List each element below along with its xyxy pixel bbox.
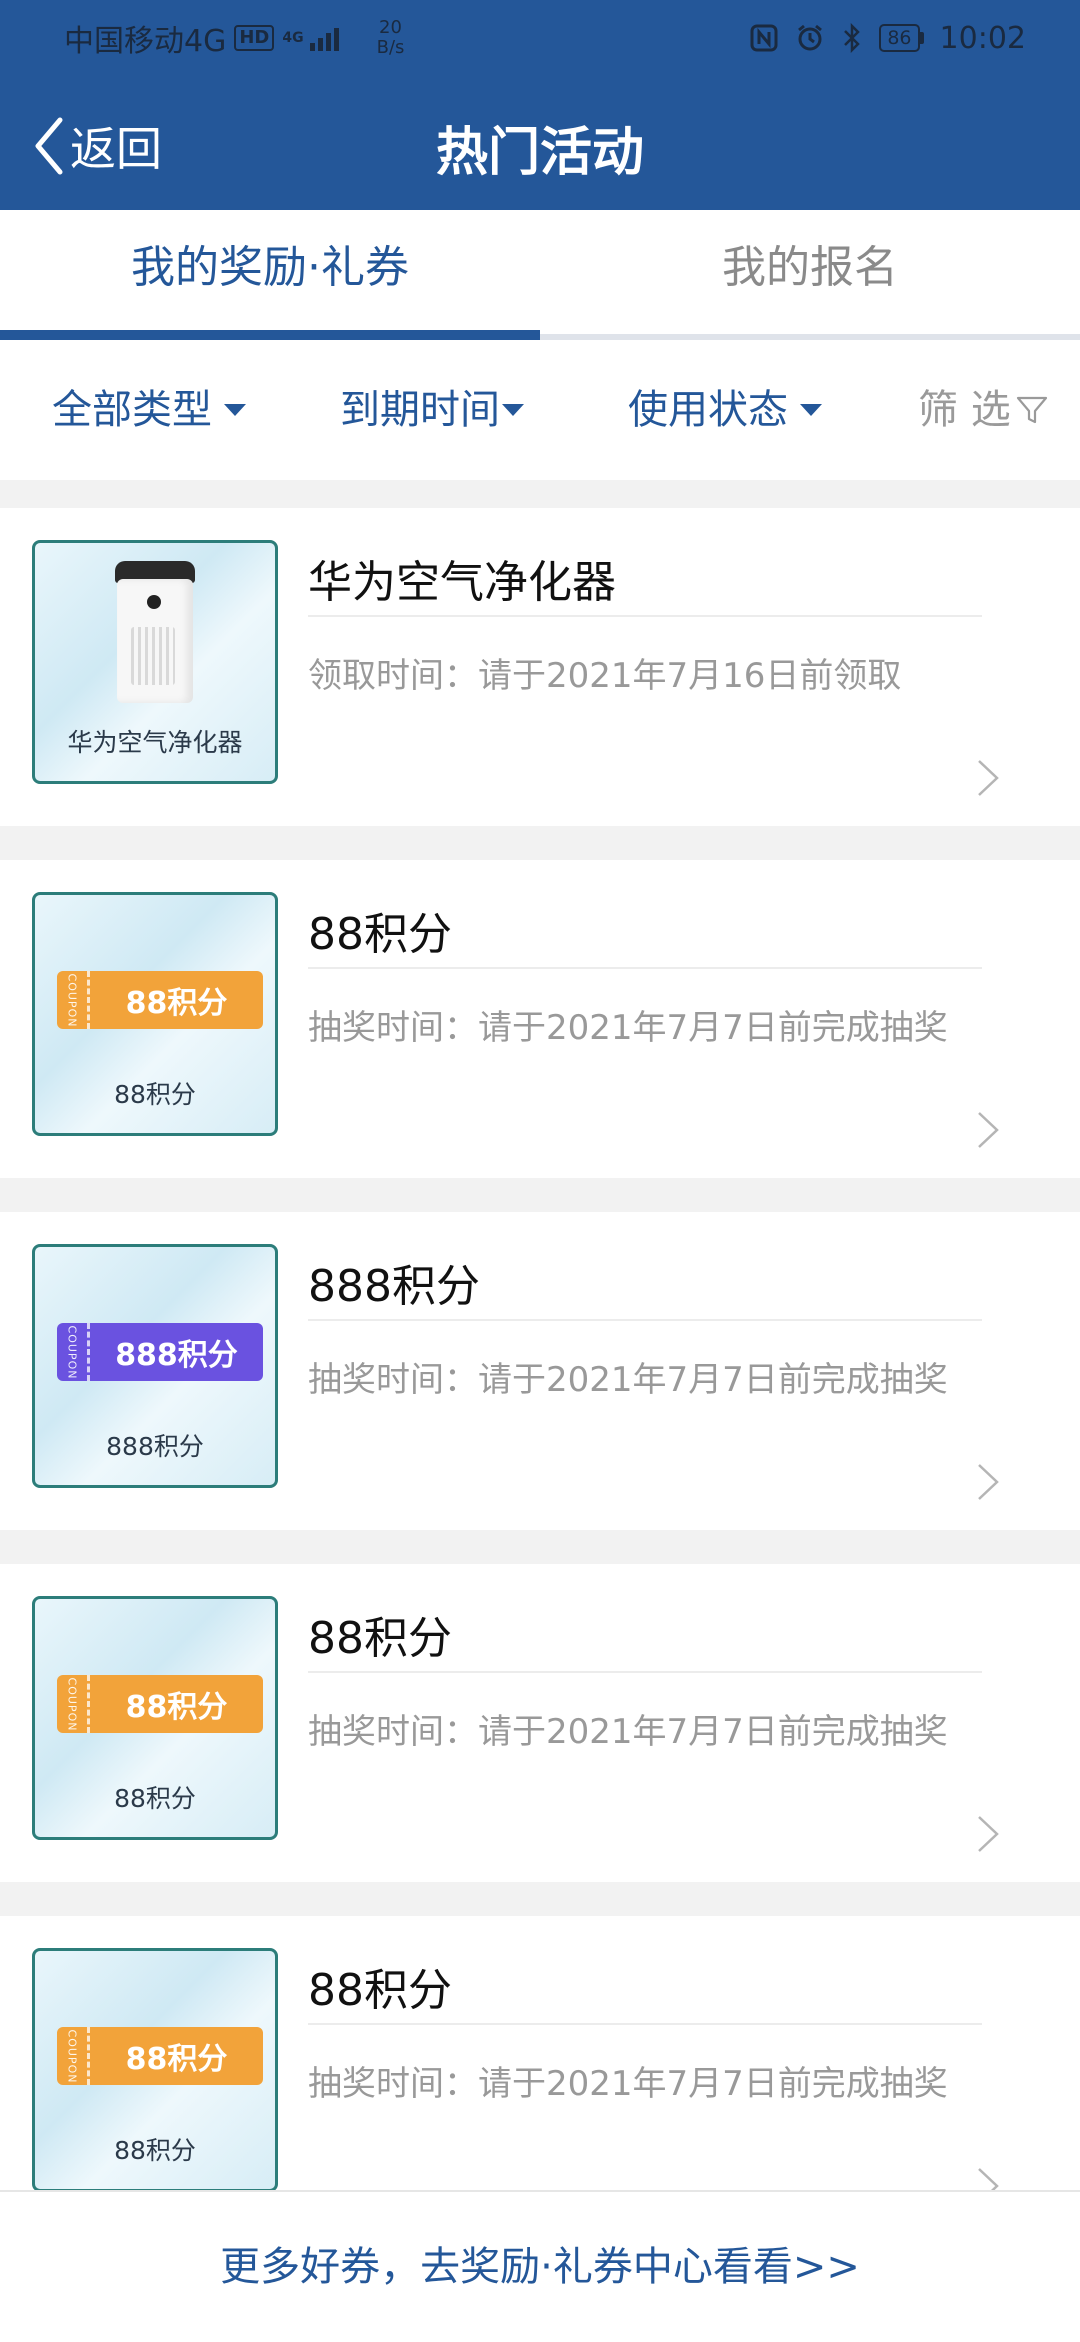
tab-my-rewards[interactable]: 我的奖励·礼券 <box>0 210 540 326</box>
coupon-value: 88积分 <box>125 986 228 1021</box>
caret-down-icon <box>502 404 524 416</box>
reward-card[interactable]: COUPON 88积分 88积分 88积分 抽奖时间：请于2021年7月7日前完… <box>0 860 1080 1178</box>
carrier-label: 中国移动4G <box>64 24 227 59</box>
app-header: 中国移动4G HD 4G 20 B/s 86 10:02 返回 热门活动 <box>0 0 1080 210</box>
coupon-value: 88积分 <box>125 2042 228 2077</box>
reward-deadline: 领取时间：请于2021年7月16日前领取 <box>308 656 902 696</box>
reward-deadline: 抽奖时间：请于2021年7月7日前完成抽奖 <box>308 2064 948 2104</box>
coupon-tag: COUPON <box>65 1325 79 1379</box>
nfc-icon <box>750 24 778 52</box>
thumbnail-label: 88积分 <box>114 1080 196 1109</box>
filter-usage-dropdown[interactable]: 使用状态 <box>628 340 822 480</box>
caret-down-icon <box>800 404 822 416</box>
chevron-right-icon <box>978 760 999 796</box>
battery-icon: 86 <box>879 24 924 52</box>
reward-title: 88积分 <box>308 909 452 960</box>
status-right: 86 10:02 <box>749 14 1026 62</box>
network-type-label: 4G <box>282 30 304 46</box>
coupon-value: 888积分 <box>115 1338 238 1373</box>
coupon-graphic: COUPON 888积分 <box>57 1323 263 1381</box>
reward-deadline: 抽奖时间：请于2021年7月7日前完成抽奖 <box>308 1712 948 1752</box>
tab-my-signups[interactable]: 我的报名 <box>540 210 1080 326</box>
reward-deadline: 抽奖时间：请于2021年7月7日前完成抽奖 <box>308 1008 948 1048</box>
signal-bars-icon <box>309 25 339 51</box>
footer-bar: 更多好券，去奖励·礼券中心看看>> <box>0 2190 1080 2342</box>
filter-expiry-label: 到期时间 <box>340 387 500 433</box>
reward-thumbnail: COUPON 88积分 88积分 <box>32 1596 278 1840</box>
reward-card[interactable]: COUPON 888积分 888积分 888积分 抽奖时间：请于2021年7月7… <box>0 1212 1080 1530</box>
battery-level: 86 <box>879 24 920 52</box>
reward-card[interactable]: COUPON 88积分 88积分 88积分 抽奖时间：请于2021年7月7日前完… <box>0 1916 1080 2234</box>
reward-card[interactable]: 华为空气净化器 华为空气净化器 领取时间：请于2021年7月16日前领取 <box>0 508 1080 826</box>
network-speed: 20 B/s <box>377 18 405 58</box>
card-divider <box>308 615 982 617</box>
reward-thumbnail: COUPON 88积分 88积分 <box>32 1948 278 2192</box>
status-bar: 中国移动4G HD 4G 20 B/s 86 10:02 <box>0 0 1080 78</box>
clock: 10:02 <box>939 20 1026 56</box>
speed-value: 20 <box>379 17 402 38</box>
coupon-value: 88积分 <box>125 1690 228 1725</box>
air-purifier-image <box>115 561 195 709</box>
thumbnail-label: 华为空气净化器 <box>67 728 243 757</box>
reward-deadline: 抽奖时间：请于2021年7月7日前完成抽奖 <box>308 1360 948 1400</box>
chevron-right-icon <box>978 1112 999 1148</box>
filter-bar: 全部类型 到期时间 使用状态 筛 选 <box>0 340 1080 480</box>
page-title: 热门活动 <box>435 123 644 183</box>
filter-type-dropdown[interactable]: 全部类型 <box>52 340 246 480</box>
filter-funnel-icon <box>1016 396 1047 424</box>
reward-card[interactable]: COUPON 88积分 88积分 88积分 抽奖时间：请于2021年7月7日前完… <box>0 1564 1080 1882</box>
tab-bar: 我的奖励·礼券 我的报名 <box>0 210 1080 340</box>
card-divider <box>308 1671 982 1673</box>
filter-expiry-dropdown[interactable]: 到期时间 <box>340 340 524 480</box>
thumbnail-label: 888积分 <box>106 1432 204 1461</box>
coupon-tag: COUPON <box>65 1677 79 1731</box>
active-tab-indicator <box>0 330 540 340</box>
filter-screen-button[interactable]: 筛 选 <box>918 340 1049 480</box>
reward-thumbnail: 华为空气净化器 <box>32 540 278 784</box>
reward-title: 888积分 <box>308 1261 480 1312</box>
coupon-graphic: COUPON 88积分 <box>57 1675 263 1733</box>
caret-down-icon <box>224 404 246 416</box>
filter-type-label: 全部类型 <box>52 387 212 433</box>
alarm-icon <box>798 24 823 51</box>
card-divider <box>308 1319 982 1321</box>
coupon-tag: COUPON <box>65 973 79 1027</box>
coupon-graphic: COUPON 88积分 <box>57 2027 263 2085</box>
reward-title: 88积分 <box>308 1965 452 2016</box>
coupon-tag: COUPON <box>65 2029 79 2083</box>
reward-title: 华为空气净化器 <box>308 557 616 608</box>
coupon-graphic: COUPON 88积分 <box>57 971 263 1029</box>
reward-title: 88积分 <box>308 1613 452 1664</box>
thumbnail-label: 88积分 <box>114 2136 196 2165</box>
filter-screen-label: 筛 选 <box>918 387 1011 433</box>
filter-usage-label: 使用状态 <box>628 387 788 433</box>
card-divider <box>308 967 982 969</box>
reward-thumbnail: COUPON 888积分 888积分 <box>32 1244 278 1488</box>
more-coupons-link[interactable]: 更多好券，去奖励·礼券中心看看>> <box>0 2192 1080 2342</box>
chevron-right-icon <box>978 1816 999 1852</box>
status-left: 中国移动4G HD 4G 20 B/s <box>64 14 404 62</box>
speed-unit: B/s <box>376 37 405 58</box>
reward-thumbnail: COUPON 88积分 88积分 <box>32 892 278 1136</box>
card-divider <box>308 2023 982 2025</box>
bluetooth-icon <box>844 23 861 53</box>
hd-badge: HD <box>234 25 275 51</box>
chevron-right-icon <box>978 1464 999 1500</box>
thumbnail-label: 88积分 <box>114 1784 196 1813</box>
